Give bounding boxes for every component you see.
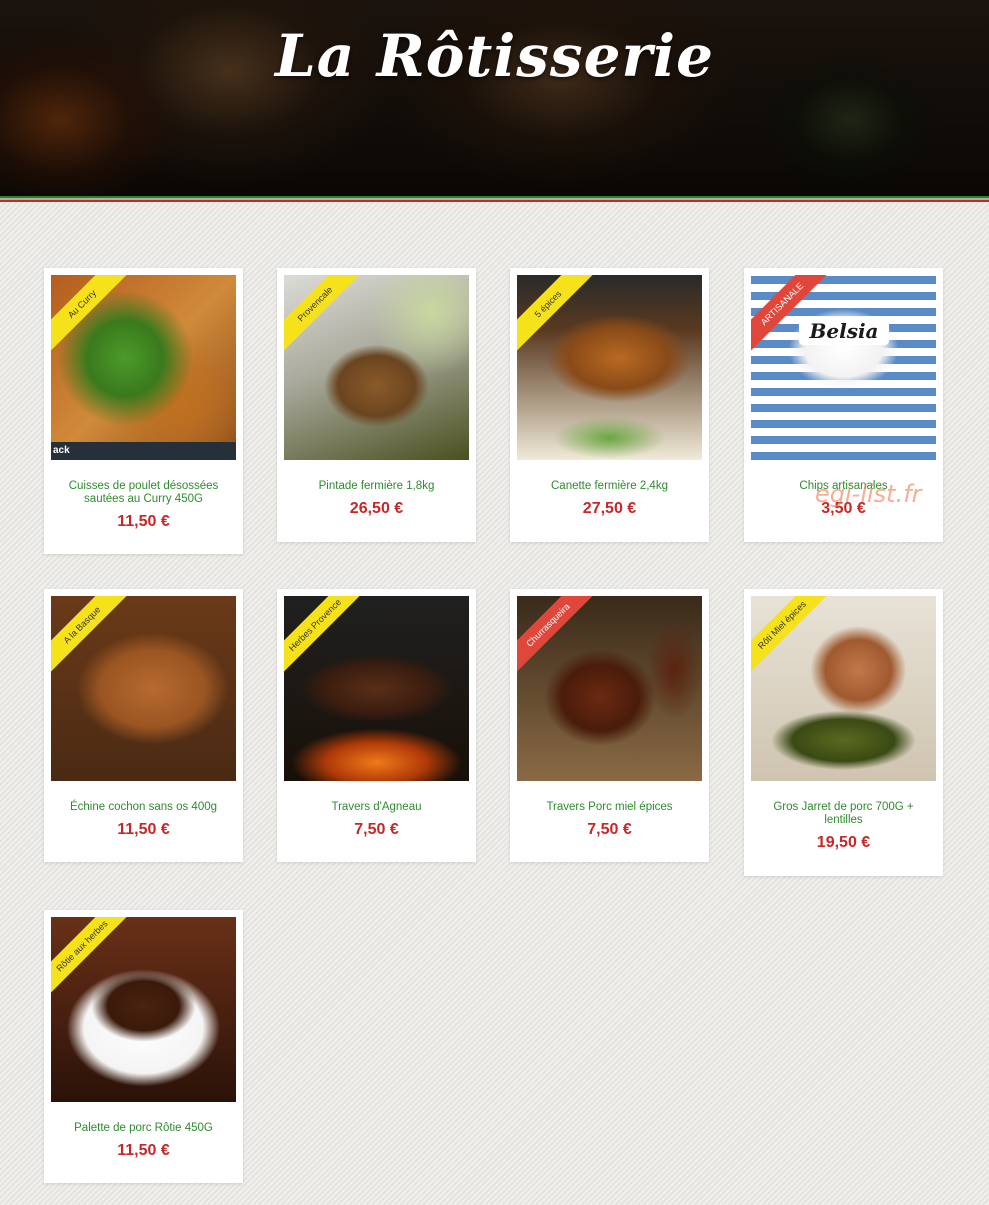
product-name[interactable]: Palette de porc Rôtie 450G	[54, 1122, 233, 1135]
product-card[interactable]: 5 épices Canette fermière 2,4kg 27,50 €	[510, 268, 709, 542]
product-image[interactable]: Provencale	[284, 275, 469, 460]
product-price: 19,50 €	[816, 834, 871, 851]
product-image[interactable]: Herbes Provence	[284, 596, 469, 781]
product-name[interactable]: Travers d'Agneau	[287, 801, 466, 814]
brand-logo: Belsia	[799, 317, 889, 345]
image-caption-bar: ack	[51, 442, 236, 460]
product-card[interactable]: Rôtie aux herbes Palette de porc Rôtie 4…	[44, 910, 243, 1183]
product-badge: 5 épices	[517, 275, 602, 358]
product-image[interactable]: Churrasqueira	[517, 596, 702, 781]
product-image[interactable]: A la Basque	[51, 596, 236, 781]
product-name[interactable]: Échine cochon sans os 400g	[54, 801, 233, 814]
product-price: 7,50 €	[587, 821, 632, 838]
product-card[interactable]: Churrasqueira Travers Porc miel épices 7…	[510, 589, 709, 862]
product-price: 27,50 €	[582, 500, 637, 517]
product-price: 11,50 €	[117, 1142, 170, 1159]
product-price: 11,50 €	[117, 513, 170, 530]
product-image[interactable]: 5 épices	[517, 275, 702, 460]
product-image[interactable]: ack Au Curry	[51, 275, 236, 460]
product-price: 7,50 €	[354, 821, 399, 838]
image-caption-text: ack	[53, 445, 70, 456]
product-card[interactable]: Herbes Provence Travers d'Agneau 7,50 €	[277, 589, 476, 862]
product-image[interactable]: Rôti Miel épices	[751, 596, 936, 781]
product-price: 11,50 €	[117, 821, 170, 838]
page-title: La Rôtisserie	[275, 22, 714, 90]
product-badge: Rôti Miel épices	[751, 596, 836, 679]
product-card[interactable]: Rôti Miel épices Gros Jarret de porc 700…	[744, 589, 943, 876]
product-badge: Rôtie aux herbes	[51, 917, 136, 1000]
product-card[interactable]: Provencale Pintade fermière 1,8kg 26,50 …	[277, 268, 476, 542]
product-card[interactable]: A la Basque Échine cochon sans os 400g 1…	[44, 589, 243, 862]
product-badge: Churrasqueira	[517, 596, 602, 679]
product-badge: A la Basque	[51, 596, 136, 679]
product-badge: Au Curry	[51, 275, 136, 358]
product-name[interactable]: Pintade fermière 1,8kg	[287, 480, 466, 493]
product-name[interactable]: Gros Jarret de porc 700G + lentilles	[754, 801, 933, 827]
product-name[interactable]: Canette fermière 2,4kg	[520, 480, 699, 493]
product-badge: Provencale	[284, 275, 369, 358]
hero-banner: La Rôtisserie	[0, 0, 989, 198]
watermark-text: egi-list.fr	[815, 480, 922, 508]
tricolor-stripe	[0, 196, 989, 202]
product-image[interactable]: Rôtie aux herbes	[51, 917, 236, 1102]
product-card[interactable]: ack Au Curry Cuisses de poulet désossées…	[44, 268, 243, 554]
product-name[interactable]: Cuisses de poulet désossées sautées au C…	[54, 480, 233, 506]
product-image[interactable]: Belsia ARTISANALE	[751, 275, 936, 460]
product-price: 26,50 €	[349, 500, 404, 517]
product-name[interactable]: Travers Porc miel épices	[520, 801, 699, 814]
product-badge: Herbes Provence	[284, 596, 369, 679]
